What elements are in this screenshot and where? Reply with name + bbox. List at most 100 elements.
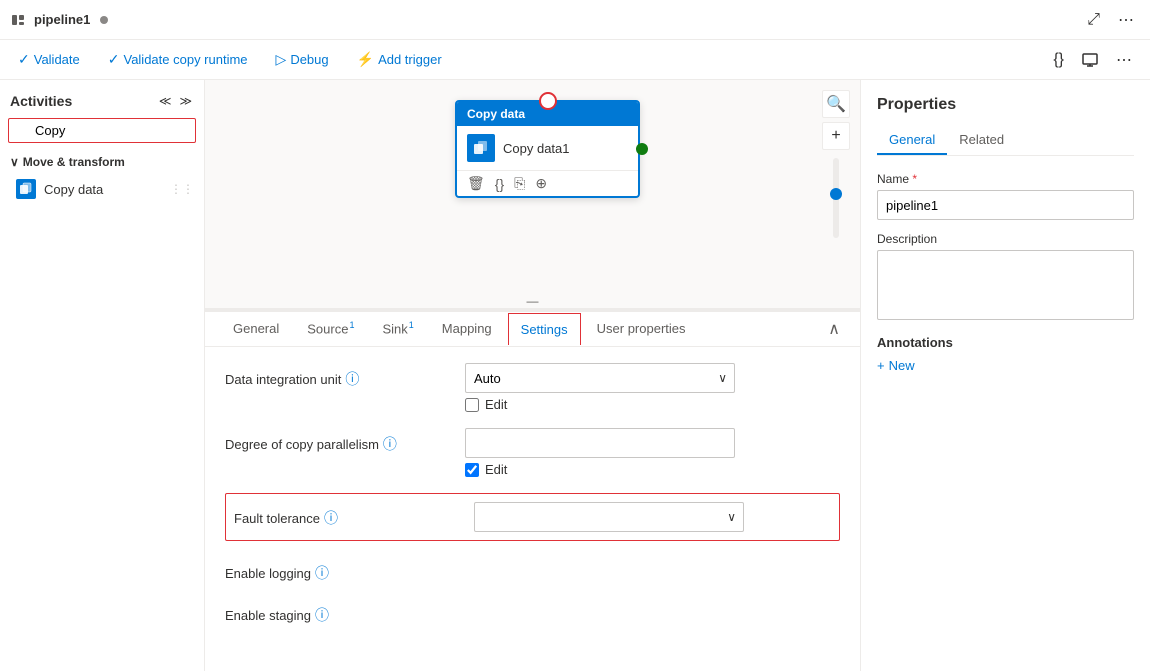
pipeline-name: pipeline1	[34, 12, 90, 27]
toolbar-more-button[interactable]: ⋯	[1110, 46, 1138, 74]
enable-logging-label: Enable logging ⓘ	[225, 557, 445, 583]
activities-sidebar: Activities ≪ ≫ 🔍 ∨ Move & transform	[0, 80, 205, 671]
chevron-down-icon: ∨	[10, 155, 19, 169]
bottom-tabs: General Source1 Sink1 Mapping Settings U…	[205, 312, 860, 347]
settings-content: Data integration unit ⓘ Auto 2 4 8 ∨	[205, 347, 860, 657]
tab-mapping[interactable]: Mapping	[430, 313, 504, 346]
edit-checkbox-2-row: Edit	[465, 462, 840, 477]
description-label: Description	[877, 232, 1134, 246]
fault-tolerance-info-icon[interactable]: ⓘ	[324, 508, 338, 528]
drag-handle: ⋮⋮	[170, 182, 194, 196]
node-code-icon[interactable]: {}	[495, 176, 504, 192]
data-integration-controls: Auto 2 4 8 ∨ Edit	[465, 363, 840, 412]
pipeline-title-area: pipeline1	[10, 11, 108, 29]
zoom-slider[interactable]	[833, 158, 839, 238]
expand-button[interactable]: ⤢	[1081, 7, 1106, 33]
name-input[interactable]	[877, 190, 1134, 220]
name-label: Name *	[877, 172, 1134, 186]
node-connect-top	[539, 92, 557, 110]
validate-copy-check-icon: ✓	[108, 51, 120, 68]
degree-parallelism-info-icon[interactable]: ⓘ	[383, 434, 397, 454]
sidebar-title: Activities	[10, 93, 72, 109]
enable-logging-info-icon[interactable]: ⓘ	[315, 563, 329, 583]
debug-button[interactable]: ▷ Debug	[270, 47, 335, 72]
main-layout: Activities ≪ ≫ 🔍 ∨ Move & transform	[0, 80, 1150, 671]
more-options-button[interactable]: ⋯	[1112, 6, 1140, 34]
fault-tolerance-controls: ∨	[474, 502, 831, 532]
tab-settings[interactable]: Settings	[508, 313, 581, 345]
copy-data-activity[interactable]: Copy data ⋮⋮	[0, 173, 204, 205]
main-toolbar: ✓ Validate ✓ Validate copy runtime ▷ Deb…	[0, 40, 1150, 80]
enable-staging-info-icon[interactable]: ⓘ	[315, 605, 329, 625]
prop-tab-related[interactable]: Related	[947, 126, 1016, 155]
node-body-icon	[467, 134, 495, 162]
new-annotation-label: New	[889, 358, 915, 373]
name-required-star: *	[912, 172, 917, 186]
fault-tolerance-row: Fault tolerance ⓘ ∨	[225, 493, 840, 541]
category-move-transform[interactable]: ∨ Move & transform	[0, 151, 204, 173]
toolbar-right-actions: {} ⋯	[1047, 46, 1138, 74]
tab-source[interactable]: Source1	[295, 312, 366, 346]
description-textarea[interactable]	[877, 250, 1134, 320]
monitor-button[interactable]	[1076, 46, 1104, 74]
validate-check-icon: ✓	[18, 51, 30, 68]
code-view-button[interactable]: {}	[1047, 46, 1070, 74]
pipeline-icon	[10, 11, 28, 29]
validate-button[interactable]: ✓ Validate	[12, 47, 86, 72]
degree-parallelism-controls: Edit	[465, 428, 840, 477]
panel-close-button[interactable]: ∧	[824, 315, 844, 343]
data-integration-info-icon[interactable]: ⓘ	[345, 369, 359, 389]
node-delete-icon[interactable]: 🗑	[467, 175, 485, 192]
degree-parallelism-label: Degree of copy parallelism ⓘ	[225, 428, 445, 454]
data-integration-label: Data integration unit ⓘ	[225, 363, 445, 389]
data-integration-select-wrapper: Auto 2 4 8 ∨	[465, 363, 735, 393]
properties-panel: Properties General Related Name * Descri…	[860, 80, 1150, 671]
description-field: Description	[877, 232, 1134, 323]
plus-icon: +	[877, 358, 885, 373]
edit-checkbox-1-row: Edit	[465, 397, 840, 412]
name-field: Name *	[877, 172, 1134, 220]
properties-title: Properties	[877, 96, 1134, 114]
canvas-bottom-container: Copy data Copy data1 🗑 {} ⎘ ⊕	[205, 80, 860, 671]
node-footer: 🗑 {} ⎘ ⊕	[457, 170, 638, 196]
zoom-controls: 🔍 +	[822, 90, 850, 242]
bottom-panel: General Source1 Sink1 Mapping Settings U…	[205, 310, 860, 671]
tab-general[interactable]: General	[221, 313, 291, 346]
enable-staging-label: Enable staging ⓘ	[225, 599, 445, 625]
category-label: Move & transform	[23, 155, 125, 169]
search-container: 🔍	[8, 118, 196, 143]
sidebar-header: Activities ≪ ≫	[0, 88, 204, 118]
annotations-label: Annotations	[877, 335, 1134, 350]
prop-tab-general[interactable]: General	[877, 126, 947, 155]
degree-parallelism-input[interactable]	[465, 428, 735, 458]
panel-collapse-handle[interactable]: —	[527, 294, 539, 308]
zoom-search-button[interactable]: 🔍	[822, 90, 850, 118]
sidebar-collapse-icon[interactable]: ≫	[177, 92, 194, 110]
node-copy-icon[interactable]: ⎘	[514, 175, 525, 192]
trigger-lightning-icon: ⚡	[357, 51, 374, 68]
tab-user-properties[interactable]: User properties	[585, 313, 698, 346]
copy-data-node[interactable]: Copy data Copy data1 🗑 {} ⎘ ⊕	[455, 100, 640, 198]
node-body: Copy data1	[457, 126, 638, 170]
add-trigger-button[interactable]: ⚡ Add trigger	[351, 47, 448, 72]
sidebar-collapse-icons: ≪ ≫	[157, 92, 194, 110]
fault-tolerance-select-wrapper: ∨	[474, 502, 744, 532]
validate-copy-runtime-button[interactable]: ✓ Validate copy runtime	[102, 47, 254, 72]
data-integration-select[interactable]: Auto 2 4 8	[465, 363, 735, 393]
top-bar: pipeline1 ⤢ ⋯	[0, 0, 1150, 40]
zoom-plus-button[interactable]: +	[822, 122, 850, 150]
node-add-icon[interactable]: ⊕	[535, 175, 547, 192]
node-body-label: Copy data1	[503, 141, 570, 156]
tab-sink[interactable]: Sink1	[370, 312, 425, 346]
edit-checkbox-1[interactable]	[465, 398, 479, 412]
debug-play-icon: ▷	[276, 51, 287, 68]
fault-tolerance-select[interactable]	[474, 502, 744, 532]
degree-parallelism-row: Degree of copy parallelism ⓘ Edit	[225, 428, 840, 477]
edit-checkbox-2[interactable]	[465, 463, 479, 477]
search-box-wrapper: 🔍	[0, 118, 204, 151]
search-input[interactable]	[8, 118, 196, 143]
add-annotation-button[interactable]: + New	[877, 358, 915, 373]
enable-logging-row: Enable logging ⓘ	[225, 557, 840, 583]
annotations-section: Annotations + New	[877, 335, 1134, 373]
sidebar-expand-icon[interactable]: ≪	[157, 92, 174, 110]
